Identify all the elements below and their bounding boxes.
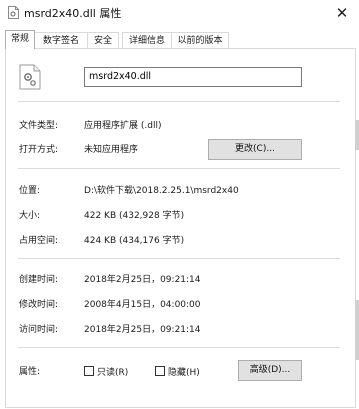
modified-value: 2008年4月15日，04:00:00 bbox=[84, 300, 201, 310]
window-edge bbox=[355, 120, 359, 150]
window-edge bbox=[355, 300, 359, 360]
size-on-disk-value: 424 KB (434,176 字节) bbox=[84, 236, 185, 246]
hidden-checkbox[interactable] bbox=[155, 366, 165, 376]
size-label: 大小: bbox=[19, 211, 41, 221]
readonly-label: 只读(R) bbox=[97, 368, 129, 378]
accessed-label: 访问时间: bbox=[19, 325, 59, 335]
file-name-field[interactable]: msrd2x40.dll bbox=[84, 67, 302, 87]
tab-digital-signatures[interactable]: 数字签名 bbox=[34, 32, 88, 48]
dll-file-icon bbox=[8, 6, 19, 19]
title-bar[interactable]: msrd2x40.dll 属性 ✕ bbox=[0, 0, 359, 26]
modified-label: 修改时间: bbox=[19, 300, 59, 310]
advanced-button[interactable]: 高级(D)... bbox=[238, 360, 302, 381]
close-button[interactable]: ✕ bbox=[331, 3, 353, 23]
tab-previous-versions[interactable]: 以前的版本 bbox=[171, 32, 229, 48]
file-type-value: 应用程序扩展 (.dll) bbox=[84, 121, 162, 131]
file-type-label: 文件类型: bbox=[19, 121, 59, 131]
accessed-value: 2018年2月25日，09:21:14 bbox=[84, 325, 201, 335]
tab-details[interactable]: 详细信息 bbox=[122, 32, 172, 48]
window-title: msrd2x40.dll 属性 bbox=[24, 7, 122, 20]
divider bbox=[18, 168, 340, 169]
tab-general[interactable]: 常规 bbox=[5, 30, 35, 49]
close-icon: ✕ bbox=[335, 4, 349, 22]
divider bbox=[18, 258, 340, 259]
open-with-value: 未知应用程序 bbox=[84, 145, 139, 155]
divider bbox=[18, 101, 340, 102]
dll-gear-file-icon bbox=[19, 64, 41, 90]
created-value: 2018年2月25日，09:21:14 bbox=[84, 275, 201, 285]
change-button[interactable]: 更改(C)... bbox=[208, 139, 302, 160]
general-panel bbox=[5, 48, 356, 408]
open-with-label: 打开方式: bbox=[19, 145, 59, 155]
location-label: 位置: bbox=[19, 186, 41, 196]
created-label: 创建时间: bbox=[19, 275, 59, 285]
size-value: 422 KB (432,928 字节) bbox=[84, 211, 185, 221]
size-on-disk-label: 占用空间: bbox=[19, 236, 59, 246]
divider bbox=[18, 347, 340, 348]
hidden-label: 隐藏(H) bbox=[168, 368, 200, 378]
location-value: D:\软件下载\2018.2.25.1\msrd2x40 bbox=[84, 186, 239, 196]
readonly-checkbox[interactable] bbox=[84, 366, 94, 376]
tab-security[interactable]: 安全 bbox=[87, 32, 119, 48]
attributes-label: 属性: bbox=[19, 367, 41, 377]
